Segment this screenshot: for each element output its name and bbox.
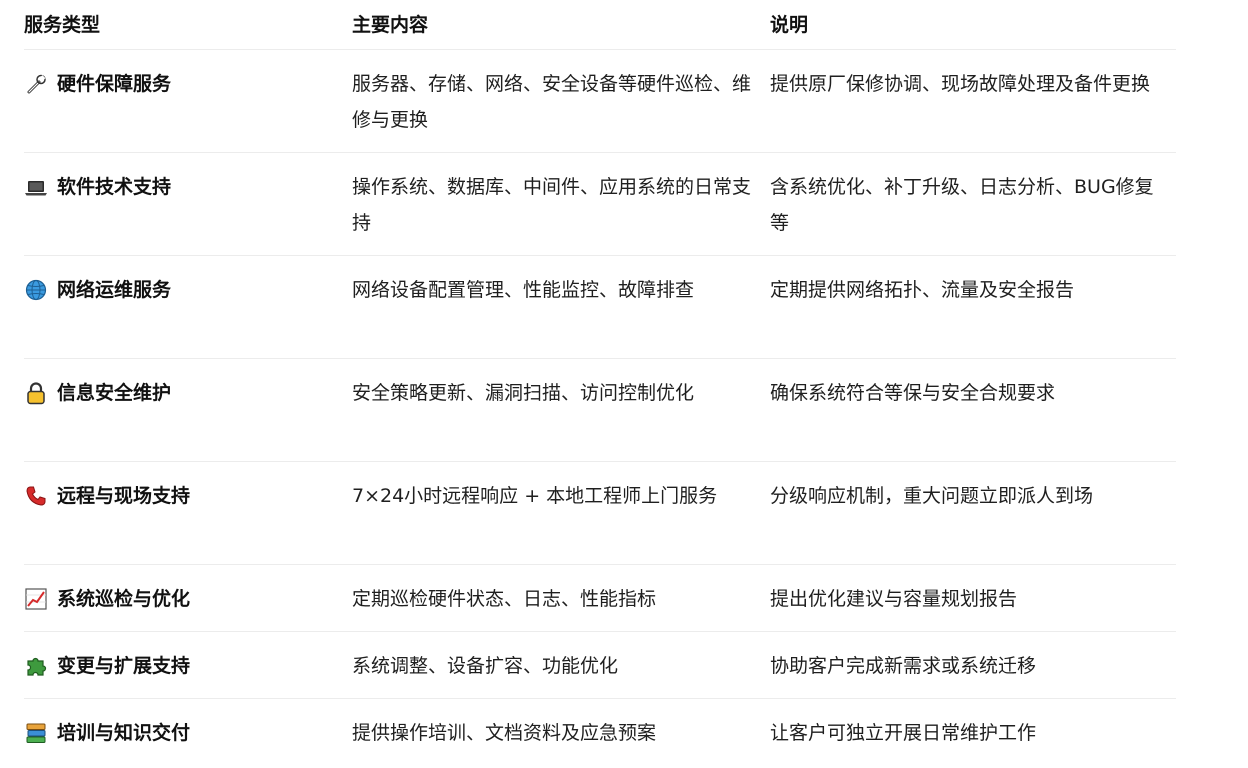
table-row: 系统巡检与优化 定期巡检硬件状态、日志、性能指标 提出优化建议与容量规划报告	[24, 565, 1176, 632]
chart-increasing-icon	[24, 581, 48, 617]
service-table: 服务类型 主要内容 说明 硬件保障服务 服务器、存储、网络、安全设备等硬件巡检、…	[24, 0, 1176, 766]
table-row: 信息安全维护 安全策略更新、漏洞扫描、访问控制优化 确保系统符合等保与安全合规要…	[24, 359, 1176, 462]
service-type-label: 信息安全维护	[57, 382, 172, 404]
description-cell: 确保系统符合等保与安全合规要求	[770, 382, 1056, 404]
service-type-cell: 远程与现场支持	[24, 462, 352, 564]
main-content-cell: 系统调整、设备扩容、功能优化	[352, 655, 619, 677]
telephone-icon	[24, 478, 48, 514]
puzzle-icon	[24, 648, 48, 684]
description-cell: 提出优化建议与容量规划报告	[770, 588, 1018, 610]
table-row: 培训与知识交付 提供操作培训、文档资料及应急预案 让客户可独立开展日常维护工作	[24, 699, 1176, 766]
description-cell: 提供原厂保修协调、现场故障处理及备件更换	[770, 73, 1151, 95]
service-type-label: 软件技术支持	[57, 176, 172, 198]
books-icon	[24, 715, 48, 751]
main-content-cell: 定期巡检硬件状态、日志、性能指标	[352, 588, 657, 610]
service-type-label: 远程与现场支持	[57, 485, 191, 507]
table-row: 变更与扩展支持 系统调整、设备扩容、功能优化 协助客户完成新需求或系统迁移	[24, 632, 1176, 699]
table-row: 硬件保障服务 服务器、存储、网络、安全设备等硬件巡检、维修与更换 提供原厂保修协…	[24, 50, 1176, 153]
header-service-type: 服务类型	[24, 13, 101, 36]
service-type-cell: 信息安全维护	[24, 359, 352, 461]
main-content-cell: 7×24小时远程响应 + 本地工程师上门服务	[352, 485, 718, 507]
main-content-cell: 操作系统、数据库、中间件、应用系统的日常支持	[352, 176, 752, 234]
main-content-cell: 网络设备配置管理、性能监控、故障排查	[352, 279, 695, 301]
description-cell: 分级响应机制，重大问题立即派人到场	[770, 485, 1094, 507]
service-type-label: 硬件保障服务	[57, 73, 172, 95]
header-main-content: 主要内容	[352, 13, 429, 36]
service-type-label: 培训与知识交付	[57, 722, 191, 744]
description-cell: 定期提供网络拓扑、流量及安全报告	[770, 279, 1075, 301]
main-content-cell: 提供操作培训、文档资料及应急预案	[352, 722, 657, 744]
main-content-cell: 安全策略更新、漏洞扫描、访问控制优化	[352, 382, 695, 404]
service-type-label: 变更与扩展支持	[57, 655, 191, 677]
table-row: 网络运维服务 网络设备配置管理、性能监控、故障排查 定期提供网络拓扑、流量及安全…	[24, 256, 1176, 359]
description-cell: 让客户可独立开展日常维护工作	[770, 722, 1037, 744]
table-header-row: 服务类型 主要内容 说明	[24, 0, 1176, 50]
service-type-cell: 系统巡检与优化	[24, 565, 352, 631]
globe-icon	[24, 272, 48, 308]
lock-icon	[24, 375, 48, 411]
description-cell: 含系统优化、补丁升级、日志分析、BUG修复等	[770, 176, 1154, 234]
table-row: 软件技术支持 操作系统、数据库、中间件、应用系统的日常支持 含系统优化、补丁升级…	[24, 153, 1176, 256]
service-type-label: 网络运维服务	[57, 279, 172, 301]
laptop-icon	[24, 169, 48, 205]
service-type-cell: 网络运维服务	[24, 256, 352, 358]
service-type-cell: 培训与知识交付	[24, 699, 352, 766]
service-type-cell: 硬件保障服务	[24, 50, 352, 152]
table-row: 远程与现场支持 7×24小时远程响应 + 本地工程师上门服务 分级响应机制，重大…	[24, 462, 1176, 565]
service-type-label: 系统巡检与优化	[57, 588, 191, 610]
service-type-cell: 软件技术支持	[24, 153, 352, 255]
main-content-cell: 服务器、存储、网络、安全设备等硬件巡检、维修与更换	[352, 73, 752, 131]
wrench-icon	[24, 66, 48, 102]
description-cell: 协助客户完成新需求或系统迁移	[770, 655, 1037, 677]
header-description: 说明	[770, 13, 809, 36]
service-type-cell: 变更与扩展支持	[24, 632, 352, 698]
